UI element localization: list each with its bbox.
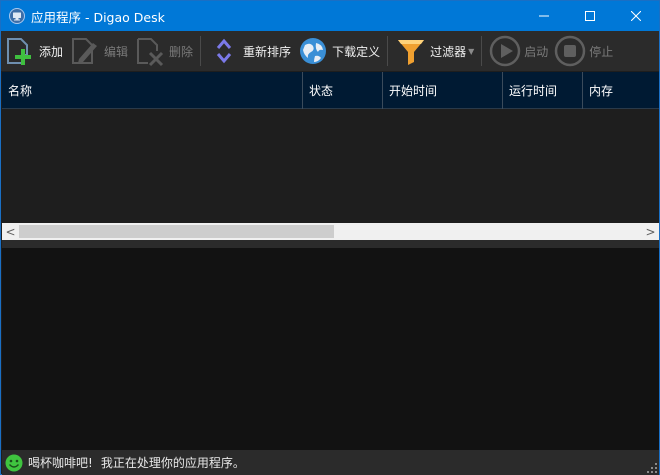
column-header-run-time[interactable]: 运行时间 xyxy=(503,72,583,109)
resize-grip-icon[interactable] xyxy=(647,463,657,473)
log-pane[interactable] xyxy=(2,248,659,450)
edit-button[interactable]: 编辑 xyxy=(66,32,131,70)
play-icon xyxy=(489,35,521,67)
scrollbar-thumb[interactable] xyxy=(19,225,334,238)
stop-label: 停止 xyxy=(589,44,614,59)
status-message-coffee: 喝杯咖啡吧! xyxy=(28,456,93,470)
maximize-icon xyxy=(585,11,595,21)
toolbar-separator xyxy=(481,36,483,66)
delete-button[interactable]: 删除 xyxy=(131,32,196,70)
app-monitor-icon xyxy=(9,8,25,24)
scroll-left-icon[interactable]: < xyxy=(2,223,19,240)
filter-button[interactable]: 过滤器 ▼ xyxy=(392,32,477,70)
status-bar: 喝杯咖啡吧! 我正在处理你的应用程序。 xyxy=(2,450,659,475)
stop-button[interactable]: 停止 xyxy=(551,32,616,70)
title-bar[interactable]: 应用程序 - Digao Desk xyxy=(1,1,659,31)
column-header-name[interactable]: 名称 xyxy=(2,72,303,109)
reorder-arrows-icon xyxy=(208,35,240,67)
scroll-right-icon[interactable]: > xyxy=(642,223,659,240)
edit-pencil-icon xyxy=(69,35,101,67)
add-icon xyxy=(4,35,36,67)
funnel-filter-icon xyxy=(395,35,427,67)
stop-icon xyxy=(554,35,586,67)
horizontal-scrollbar[interactable]: < > xyxy=(2,223,659,240)
reorder-label: 重新排序 xyxy=(243,44,292,59)
globe-icon xyxy=(297,35,329,67)
column-header-status[interactable]: 状态 xyxy=(303,72,383,109)
app-grid-body[interactable] xyxy=(2,109,659,223)
column-header-memory[interactable]: 内存 xyxy=(583,72,659,109)
grid-header: 名称 状态 开始时间 运行时间 内存 xyxy=(2,72,659,109)
download-definitions-button[interactable]: 下载定义 xyxy=(294,32,383,70)
column-header-start-time[interactable]: 开始时间 xyxy=(383,72,503,109)
delete-icon xyxy=(134,35,166,67)
delete-label: 删除 xyxy=(169,44,194,59)
pane-splitter[interactable] xyxy=(2,240,659,248)
close-icon xyxy=(631,11,641,21)
start-button[interactable]: 启动 xyxy=(486,32,551,70)
add-button[interactable]: 添加 xyxy=(1,32,66,70)
toolbar-separator xyxy=(200,36,202,66)
minimize-icon xyxy=(539,15,549,17)
toolbar-separator xyxy=(387,36,389,66)
app-window: 应用程序 - Digao Desk 添加 编辑 删除 重新排序 下载定义 过滤器… xyxy=(0,0,660,475)
maximize-button[interactable] xyxy=(567,1,613,31)
smiley-icon xyxy=(5,454,23,471)
download-definitions-label: 下载定义 xyxy=(332,44,381,59)
edit-label: 编辑 xyxy=(104,44,129,59)
reorder-button[interactable]: 重新排序 xyxy=(205,32,294,70)
toolbar: 添加 编辑 删除 重新排序 下载定义 过滤器 ▼ 启动 停止 xyxy=(1,31,659,71)
status-message-processing: 我正在处理你的应用程序。 xyxy=(100,456,245,470)
add-label: 添加 xyxy=(39,44,64,59)
filter-label: 过滤器 xyxy=(430,44,467,59)
close-button[interactable] xyxy=(613,1,659,31)
minimize-button[interactable] xyxy=(521,1,567,31)
window-title: 应用程序 - Digao Desk xyxy=(31,9,165,25)
start-label: 启动 xyxy=(524,44,549,59)
dropdown-arrow-icon[interactable]: ▼ xyxy=(468,47,474,56)
